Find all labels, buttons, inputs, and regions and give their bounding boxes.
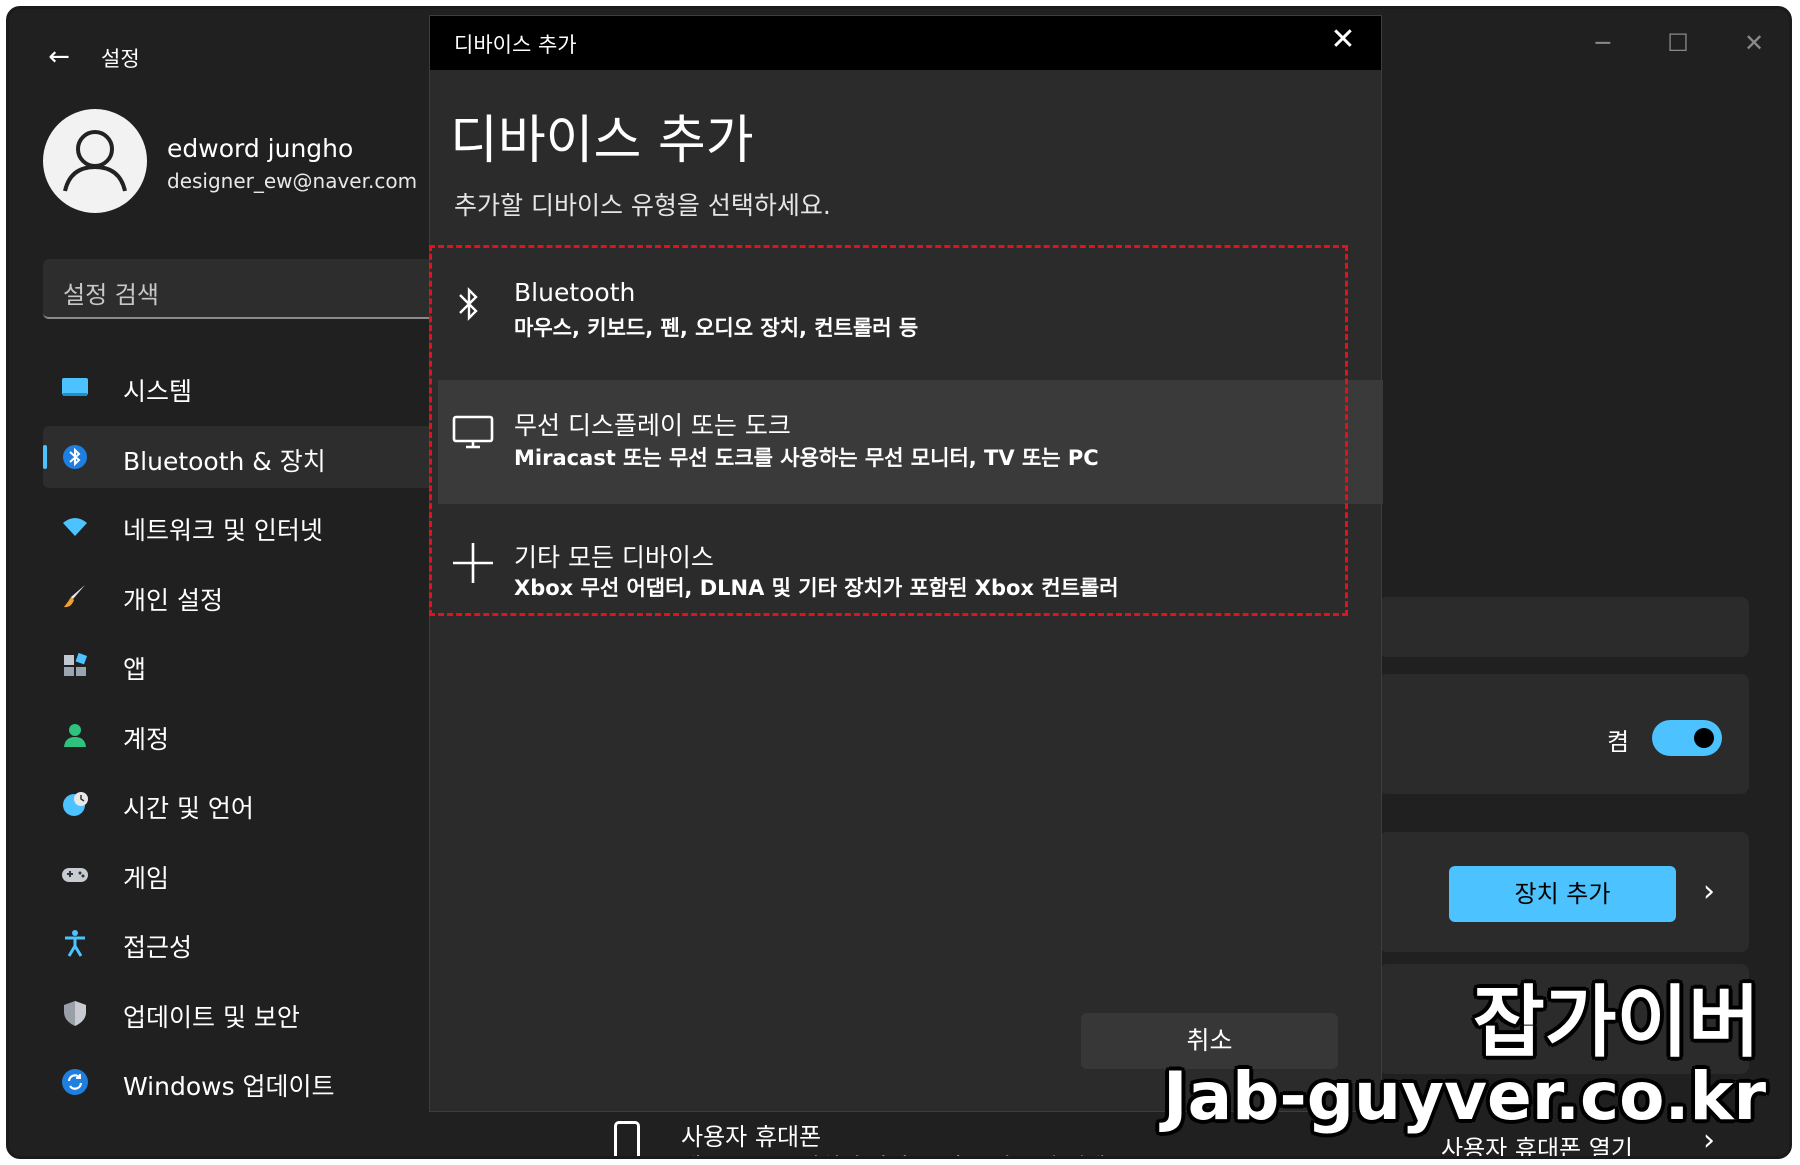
- sidebar-item-label: 앱: [123, 655, 147, 684]
- monitor-icon: [452, 415, 494, 449]
- phone-link-title: 사용자 휴대폰: [681, 1123, 822, 1151]
- account-icon: [64, 724, 86, 747]
- windows-update-icon: [62, 1069, 88, 1095]
- gamepad-icon: [62, 868, 88, 882]
- sidebar-item-accounts[interactable]: 계정: [43, 704, 443, 766]
- option-title: 무선 디스플레이 또는 도크: [514, 411, 791, 440]
- sidebar-item-label: 업데이트 및 보안: [123, 1003, 300, 1032]
- sidebar-item-apps[interactable]: 앱: [43, 634, 443, 696]
- sidebar-item-label: 게임: [123, 864, 170, 893]
- accessibility-icon: [65, 930, 85, 957]
- profile-email: designer_ew@naver.com: [167, 169, 418, 193]
- dialog-titlebar: 디바이스 추가 ✕: [430, 16, 1381, 70]
- option-title: Bluetooth: [514, 278, 636, 307]
- user-icon: [63, 130, 127, 192]
- maximize-button[interactable]: ☐: [1653, 23, 1703, 63]
- add-device-dialog: 디바이스 추가 ✕ 디바이스 추가 추가할 디바이스 유형을 선택하세요. Bl…: [429, 15, 1383, 1112]
- sidebar-item-personalization[interactable]: 개인 설정: [43, 565, 443, 627]
- globe-clock-icon: [63, 792, 88, 816]
- option-description: Miracast 또는 무선 도크를 사용하는 무선 모니터, TV 또는 PC: [514, 446, 1099, 470]
- add-device-button[interactable]: 장치 추가: [1449, 866, 1676, 922]
- app-title: 설정: [101, 47, 140, 71]
- shield-icon: [64, 1001, 86, 1026]
- option-description: Xbox 무선 어댑터, DLNA 및 기타 장치가 포함된 Xbox 컨트롤러: [514, 576, 1119, 600]
- sidebar-item-label: 시스템: [123, 377, 193, 406]
- option-other-devices[interactable]: 기타 모든 디바이스 Xbox 무선 어댑터, DLNA 및 기타 장치가 포함…: [438, 504, 1383, 626]
- system-display-icon: [62, 378, 88, 396]
- sidebar-item-label: 계정: [123, 725, 170, 754]
- sidebar-item-windows-update[interactable]: Windows 업데이트: [43, 1051, 443, 1113]
- sidebar-item-update-security[interactable]: 업데이트 및 보안: [43, 982, 443, 1044]
- profile-name: edword jungho: [167, 134, 354, 163]
- sidebar-item-label: 시간 및 언어: [123, 794, 254, 823]
- chevron-right-icon[interactable]: ›: [1703, 874, 1715, 909]
- phone-link-subtitle: 내 Android 장치의 사진, 문자 등에 즉시 액세스: [681, 1149, 1126, 1156]
- dialog-subtitle: 추가할 디바이스 유형을 선택하세요.: [454, 191, 831, 220]
- avatar[interactable]: [43, 109, 147, 213]
- search-placeholder: 설정 검색: [63, 281, 159, 309]
- watermark-korean: 잡가이버: [1472, 978, 1760, 1068]
- option-title: 기타 모든 디바이스: [514, 543, 714, 572]
- sidebar-item-gaming[interactable]: 게임: [43, 843, 443, 905]
- dialog-close-button[interactable]: ✕: [1323, 22, 1363, 57]
- option-description: 마우스, 키보드, 펜, 오디오 장치, 컨트롤러 등: [514, 316, 919, 340]
- sidebar-item-accessibility[interactable]: 접근성: [43, 912, 443, 974]
- sidebar-item-label: Windows 업데이트: [123, 1072, 335, 1101]
- phone-icon: [614, 1121, 640, 1156]
- sidebar-item-label: Bluetooth & 장치: [123, 447, 326, 476]
- close-window-button[interactable]: ✕: [1729, 23, 1779, 63]
- dialog-heading: 디바이스 추가: [450, 111, 754, 171]
- toggle-state-label: 켬: [1607, 728, 1630, 756]
- sidebar-item-label: 개인 설정: [123, 586, 223, 615]
- option-bluetooth[interactable]: Bluetooth 마우스, 키보드, 펜, 오디오 장치, 컨트롤러 등: [438, 258, 1383, 380]
- sidebar-item-label: 접근성: [123, 933, 193, 962]
- sidebar-item-time-language[interactable]: 시간 및 언어: [43, 773, 443, 835]
- back-arrow-icon[interactable]: ←: [39, 37, 79, 77]
- watermark-domain: Jab-guyver.co.kr: [1163, 1058, 1766, 1135]
- brush-icon: [64, 585, 85, 608]
- settings-card: [1379, 597, 1749, 657]
- sidebar-item-label: 네트워크 및 인터넷: [123, 516, 323, 545]
- sidebar-item-network[interactable]: 네트워크 및 인터넷: [43, 495, 443, 557]
- plus-icon: [453, 543, 493, 583]
- bluetooth-toggle[interactable]: [1652, 720, 1722, 756]
- apps-icon: [64, 652, 88, 676]
- minimize-button[interactable]: ─: [1578, 23, 1628, 63]
- bluetooth-icon: [459, 287, 478, 321]
- sidebar-item-bluetooth[interactable]: Bluetooth & 장치: [43, 426, 443, 488]
- search-input[interactable]: 설정 검색: [43, 259, 443, 319]
- bluetooth-icon: [63, 445, 87, 469]
- toggle-knob: [1694, 728, 1714, 748]
- dialog-titlebar-text: 디바이스 추가: [454, 33, 577, 57]
- option-wireless-display[interactable]: 무선 디스플레이 또는 도크 Miracast 또는 무선 도크를 사용하는 무…: [438, 380, 1383, 504]
- wifi-icon: [63, 518, 87, 536]
- sidebar-item-system[interactable]: 시스템: [43, 356, 443, 418]
